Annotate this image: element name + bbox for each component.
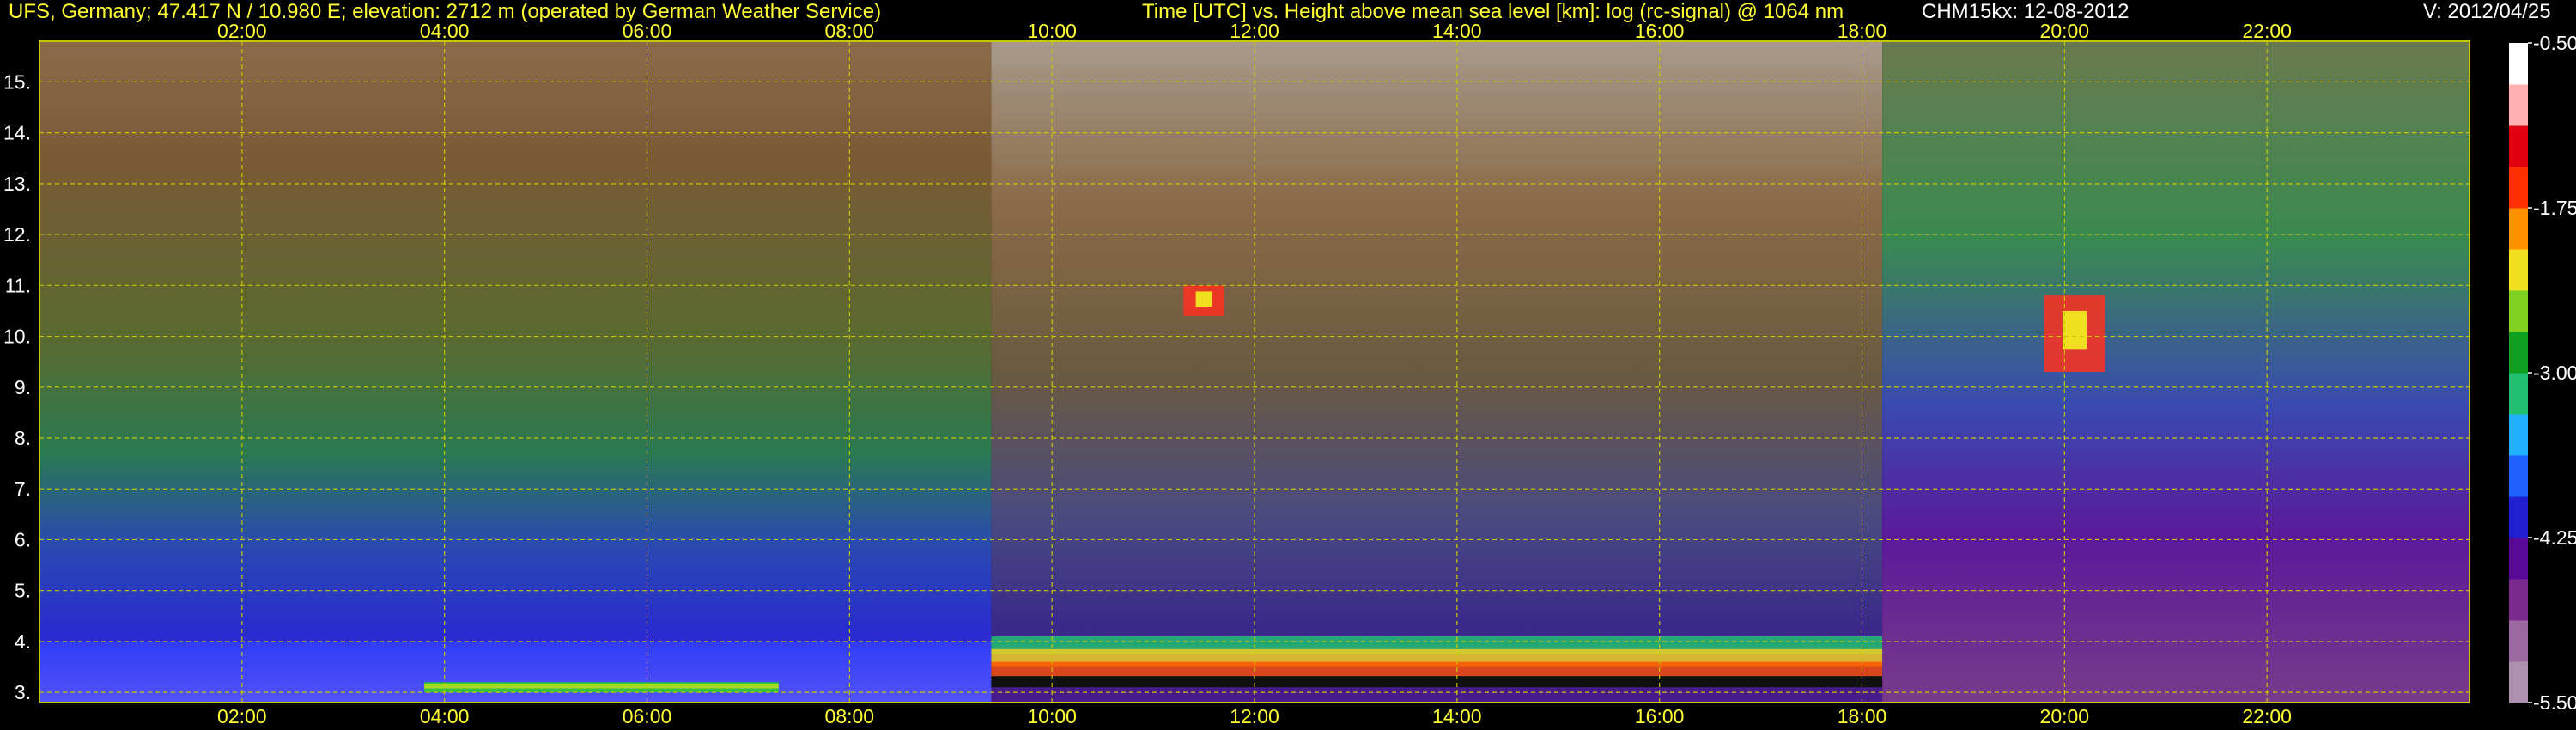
colorbar-segment (2509, 414, 2528, 456)
colorbar-segment (2509, 579, 2528, 621)
colorbar-segment (2509, 332, 2528, 374)
colorbar-segment (2509, 290, 2528, 332)
colorbar-segment (2509, 620, 2528, 662)
colorbar-segment (2509, 373, 2528, 415)
colorbar-segment (2509, 249, 2528, 291)
colorbar-segment (2509, 208, 2528, 250)
colorbar-segment (2509, 125, 2528, 167)
colorbar-segment (2509, 538, 2528, 580)
colorbar-tick-label: -0.50 (2533, 32, 2576, 54)
colorbar-segment (2509, 496, 2528, 538)
colorbar-tick-label: -1.75 (2533, 197, 2576, 219)
colorbar-segment (2509, 43, 2528, 85)
colorbar: -0.50 -1.75 -3.00 -4.25 -5.50 (2509, 32, 2576, 714)
colorbar-segment (2509, 455, 2528, 497)
colorbar-tick-label: -5.50 (2533, 691, 2576, 714)
colorbar-segment (2509, 84, 2528, 126)
colorbar-tick-label: -4.25 (2533, 526, 2576, 549)
colorbar-segment (2509, 167, 2528, 209)
colorbar-segment (2509, 661, 2528, 703)
colorbar-tick-label: -3.00 (2533, 362, 2576, 384)
